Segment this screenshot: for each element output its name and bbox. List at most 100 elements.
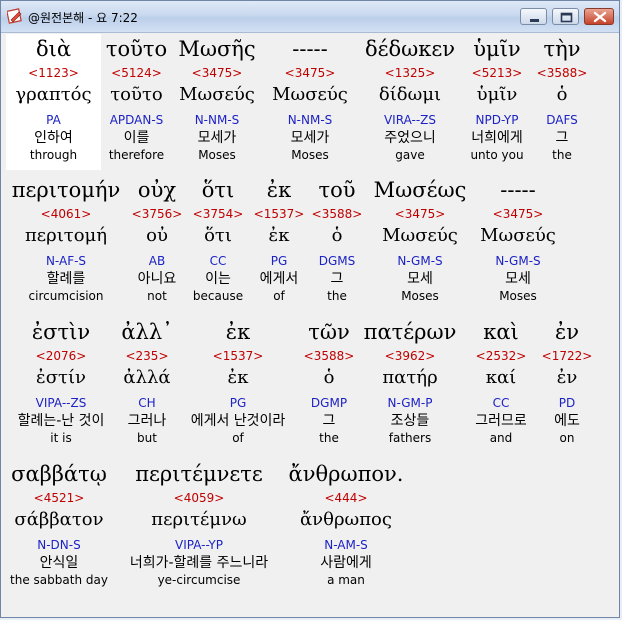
english-gloss: fathers [388, 431, 432, 445]
strong-number[interactable]: <2532> [468, 347, 534, 365]
greek-word[interactable]: ὑμῖν [464, 34, 530, 64]
greek-word[interactable]: διὰ [6, 34, 101, 64]
parsing-code: N-AM-S [324, 538, 368, 552]
minimize-button[interactable] [520, 8, 547, 25]
greek-word[interactable]: ἄνθρωπον. [286, 459, 406, 489]
greek-word[interactable]: καὶ [468, 317, 534, 347]
greek-word[interactable]: τοῦτο [101, 34, 172, 64]
parsing-code: APDAN-S [109, 113, 164, 127]
greek-word[interactable]: ἐν [541, 317, 593, 347]
strong-number[interactable]: <1537> [251, 205, 307, 223]
greek-lemma: καί [485, 367, 517, 388]
strong-number[interactable]: <3475> [172, 64, 262, 82]
greek-word[interactable]: τῶν [302, 317, 356, 347]
word-block[interactable]: ----- <3475> Μωσεύς N-GM-S 모세 Moses [472, 175, 564, 304]
word-block[interactable]: πατέρων <3962> πατήρ N-GM-P 조상들 fathers [362, 317, 458, 446]
strong-number[interactable]: <3475> [266, 64, 354, 82]
greek-word[interactable]: ἐκ [179, 317, 297, 347]
greek-word[interactable]: σαββάτῳ [6, 459, 112, 489]
word-block[interactable]: ἐστὶν <2076> ἐστίν VIPA--ZS 할례는-난 것이 it … [6, 317, 116, 446]
greek-word[interactable]: Μωσέως [370, 175, 470, 205]
greek-word[interactable]: ἐστὶν [6, 317, 116, 347]
word-block[interactable]: σαββάτῳ <4521> σάββατον N-DN-S 안식일 the s… [6, 459, 112, 588]
parsing-code: AB [148, 254, 166, 268]
strong-number[interactable]: <1722> [541, 347, 593, 365]
greek-word[interactable]: πατέρων [362, 317, 458, 347]
strong-number[interactable]: <1325> [359, 64, 461, 82]
english-gloss: but [137, 431, 157, 445]
word-block[interactable]: καὶ <2532> καί CC 그러므로 and [468, 317, 534, 446]
strong-number[interactable]: <3588> [536, 64, 588, 82]
greek-word[interactable]: ----- [266, 34, 354, 64]
korean-gloss: 할례는-난 것이 [17, 413, 105, 429]
word-block[interactable]: ----- <3475> Μωσεύς N-NM-S 모세가 Moses [266, 34, 354, 163]
word-block[interactable]: ἐκ <1537> ἐκ PG 에게서 of [251, 175, 307, 304]
greek-lemma: ἐκ [268, 225, 290, 246]
maximize-button[interactable] [552, 8, 579, 25]
word-block[interactable]: ἐν <1722> ἐν PD 에도 on [541, 317, 593, 446]
strong-number[interactable]: <4521> [6, 489, 112, 507]
greek-word[interactable]: περιτομήν [6, 175, 126, 205]
english-gloss: the [327, 289, 347, 303]
strong-number[interactable]: <4059> [117, 489, 281, 507]
strong-number[interactable]: <3588> [302, 347, 356, 365]
greek-word[interactable]: ----- [472, 175, 564, 205]
word-block[interactable]: ἀλλ᾽ <235> ἀλλά CH 그러나 but [119, 317, 175, 446]
title-bar[interactable]: @원전본해 - 요 7:22 [1, 1, 619, 33]
greek-word[interactable]: ἐκ [251, 175, 307, 205]
word-block[interactable]: ὅτι <3754> ὅτι CC 이는 because [190, 175, 246, 304]
korean-gloss: 모세가 [197, 130, 237, 146]
parsing-code: VIRA--ZS [383, 113, 437, 127]
greek-word[interactable]: οὐχ [129, 175, 185, 205]
greek-word[interactable]: περιτέμνετε [117, 459, 281, 489]
parsing-code: N-DN-S [37, 538, 81, 552]
english-gloss: the [552, 148, 572, 162]
strong-number[interactable]: <3475> [370, 205, 470, 223]
word-block[interactable]: δέδωκεν <1325> δίδωμι VIRA--ZS 주었으니 gave [359, 34, 461, 163]
word-block[interactable]: ὑμῖν <5213> ὑμῖν NPD-YP 너희에게 unto you [464, 34, 530, 163]
word-block[interactable]: Μωσῆς <3475> Μωσεύς N-NM-S 모세가 Moses [172, 34, 262, 163]
word-block[interactable]: τὴν <3588> ὁ DAFS 그 the [536, 34, 588, 163]
korean-gloss: 이를 [123, 130, 150, 146]
strong-number[interactable]: <3588> [311, 205, 363, 223]
parsing-code: N-GM-S [495, 254, 541, 268]
english-gloss: on [559, 431, 575, 445]
greek-word[interactable]: τὴν [536, 34, 588, 64]
word-block[interactable]: περιτομήν <4061> περιτομή N-AF-S 할례를 cir… [6, 175, 126, 304]
korean-gloss: 너희가-할례를 주느니라 [129, 555, 269, 571]
strong-number[interactable]: <4061> [6, 205, 126, 223]
strong-number[interactable]: <1537> [179, 347, 297, 365]
strong-number[interactable]: <235> [119, 347, 175, 365]
greek-word[interactable]: Μωσῆς [172, 34, 262, 64]
word-block[interactable]: τοῦτο <5124> τοῦτο APDAN-S 이를 therefore [101, 34, 172, 163]
greek-word[interactable]: δέδωκεν [359, 34, 461, 64]
greek-lemma: ἐν [556, 367, 578, 388]
strong-number[interactable]: <1123> [6, 64, 101, 82]
korean-gloss: 그 [555, 130, 569, 146]
word-block[interactable]: ἐκ <1537> ἐκ PG 에게서 난것이라 of [179, 317, 297, 446]
strong-number[interactable]: <3962> [362, 347, 458, 365]
close-button[interactable] [584, 8, 614, 25]
korean-gloss: 할례를 [46, 271, 86, 287]
strong-number[interactable]: <5124> [101, 64, 172, 82]
minimize-icon [530, 19, 539, 22]
strong-number[interactable]: <444> [286, 489, 406, 507]
strong-number[interactable]: <5213> [464, 64, 530, 82]
greek-word[interactable]: ἀλλ᾽ [119, 317, 175, 347]
word-block[interactable]: περιτέμνετε <4059> περιτέμνω VIPA--YP 너희… [117, 459, 281, 588]
english-gloss: and [489, 431, 513, 445]
strong-number[interactable]: <3754> [190, 205, 246, 223]
greek-lemma: τοῦτο [110, 84, 163, 105]
word-block[interactable]: Μωσέως <3475> Μωσεύς N-GM-S 모세 Moses [370, 175, 470, 304]
word-block[interactable]: τῶν <3588> ὁ DGMP 그 the [302, 317, 356, 446]
greek-word[interactable]: ὅτι [190, 175, 246, 205]
strong-number[interactable]: <3475> [472, 205, 564, 223]
greek-word[interactable]: τοῦ [311, 175, 363, 205]
greek-lemma: ἐκ [227, 367, 249, 388]
word-block[interactable]: ἄνθρωπον. <444> ἄνθρωπος N-AM-S 사람에게 a m… [286, 459, 406, 588]
strong-number[interactable]: <3756> [129, 205, 185, 223]
strong-number[interactable]: <2076> [6, 347, 116, 365]
word-block[interactable]: τοῦ <3588> ὁ DGMS 그 the [311, 175, 363, 304]
word-block[interactable]: διὰ <1123> γραπτός PA 인하여 through [6, 34, 101, 170]
word-block[interactable]: οὐχ <3756> οὐ AB 아니요 not [129, 175, 185, 304]
